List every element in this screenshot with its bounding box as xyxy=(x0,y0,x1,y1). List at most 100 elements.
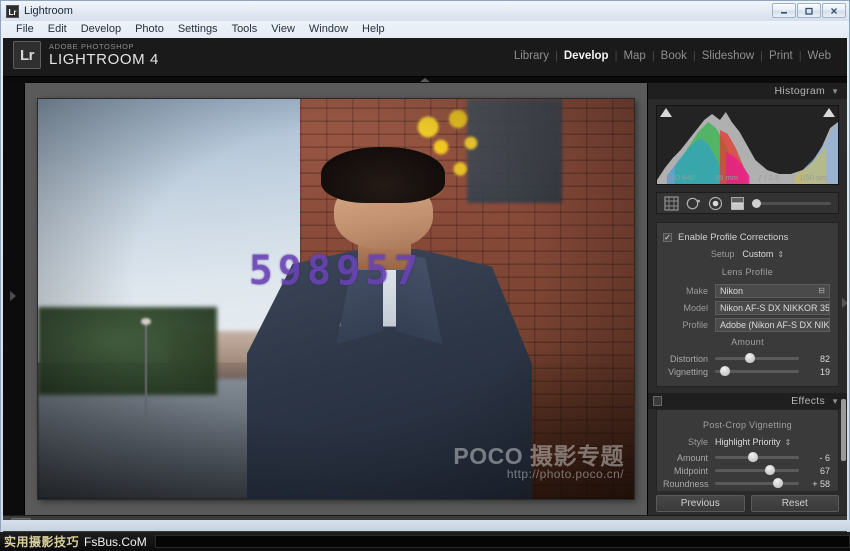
effects-switch-icon[interactable] xyxy=(653,396,662,406)
distortion-slider-row[interactable]: Distortion 82 xyxy=(657,352,838,365)
photo-preview[interactable]: 598957 POCO 摄影专题 http://photo.poco.cn/ xyxy=(38,99,634,499)
red-eye-icon[interactable] xyxy=(708,196,723,211)
highlight-clipping-indicator[interactable] xyxy=(823,108,835,117)
slider-knob[interactable] xyxy=(764,465,775,475)
site-watermark: 实用摄影技巧 FsBus.CoM xyxy=(4,533,147,550)
left-panel-collapsed[interactable] xyxy=(3,83,25,515)
menu-window[interactable]: Window xyxy=(302,21,355,37)
setup-row[interactable]: Setup Custom ⇕ xyxy=(657,247,838,263)
lens-model-value[interactable]: Nikon AF-S DX NIKKOR 35mm... ⊟ xyxy=(715,300,830,315)
module-map[interactable]: Map xyxy=(617,50,651,62)
graduated-filter-icon[interactable] xyxy=(730,196,745,211)
effects-amount-value: - 6 xyxy=(819,452,830,463)
image-canvas[interactable]: 598957 POCO 摄影专题 http://photo.poco.cn/ xyxy=(25,83,647,515)
menu-help[interactable]: Help xyxy=(355,21,392,37)
exif-shutter: 1/50 sec xyxy=(799,173,828,182)
slider-knob[interactable] xyxy=(747,452,758,462)
effects-style-value[interactable]: Highlight Priority xyxy=(715,437,781,447)
lightroom-top-bar: Lr ADOBE PHOTOSHOP LIGHTROOM 4 Library |… xyxy=(3,38,847,77)
lightroom-logo-icon: Lr xyxy=(13,41,41,69)
setup-label: Setup xyxy=(710,249,735,259)
effects-amount-row[interactable]: Amount - 6 xyxy=(657,451,838,464)
lens-profile-value[interactable]: Adobe (Nikon AF-S DX NIKKO... ⊟ xyxy=(715,317,830,332)
effects-roundness-slider[interactable] xyxy=(715,478,799,488)
minimize-icon xyxy=(781,11,787,14)
crop-overlay-icon[interactable] xyxy=(664,195,679,211)
module-web[interactable]: Web xyxy=(802,50,837,62)
watermark-poco-title: POCO 摄影专题 xyxy=(453,443,624,470)
photo-subject-hair xyxy=(321,147,446,204)
module-library[interactable]: Library xyxy=(508,50,555,62)
module-slideshow[interactable]: Slideshow xyxy=(696,50,760,62)
effects-amount-slider[interactable] xyxy=(715,452,799,462)
stepper-icon[interactable]: ⇕ xyxy=(785,438,792,447)
slider-knob[interactable] xyxy=(773,478,783,488)
effects-midpoint-slider[interactable] xyxy=(715,465,799,475)
menu-view[interactable]: View xyxy=(264,21,302,37)
reset-button[interactable]: Reset xyxy=(750,494,839,512)
previous-button[interactable]: Previous xyxy=(656,494,745,512)
chevron-down-icon[interactable]: ▼ xyxy=(831,87,839,96)
histogram-panel-header[interactable]: Histogram ▼ xyxy=(648,83,847,99)
stepper-icon[interactable]: ⇕ xyxy=(777,250,784,259)
effects-panel-header[interactable]: Effects ▼ xyxy=(648,393,847,409)
dropdown-icon[interactable]: ⊟ xyxy=(818,285,825,297)
minimize-button[interactable] xyxy=(772,3,796,18)
module-picker: Library | Develop | Map | Book | Slidesh… xyxy=(508,50,837,62)
effects-roundness-row[interactable]: Roundness + 58 xyxy=(657,477,838,490)
module-book[interactable]: Book xyxy=(655,50,693,62)
right-panel: Histogram ▼ ISO 640 35 mm ƒ / 2.5 1/50 s… xyxy=(647,83,847,515)
enable-profile-corrections-label: Enable Profile Corrections xyxy=(678,232,789,243)
title-bar: Lr Lightroom xyxy=(1,1,849,21)
chevron-down-icon[interactable]: ▼ xyxy=(831,397,839,406)
distortion-value: 82 xyxy=(819,353,830,364)
menu-develop[interactable]: Develop xyxy=(74,21,128,37)
vignetting-value: 19 xyxy=(819,366,830,377)
maximize-icon xyxy=(805,7,813,15)
chevron-up-icon xyxy=(420,78,430,82)
effects-panel: Post-Crop Vignetting Style Highlight Pri… xyxy=(656,409,839,491)
adjustment-brush-size-slider[interactable] xyxy=(752,198,831,208)
lens-make-text: Nikon xyxy=(720,285,744,296)
menu-settings[interactable]: Settings xyxy=(171,21,225,37)
identity-plate[interactable]: Lr ADOBE PHOTOSHOP LIGHTROOM 4 xyxy=(13,41,159,69)
effects-title: Effects xyxy=(791,395,826,407)
module-print[interactable]: Print xyxy=(763,50,799,62)
effects-midpoint-row[interactable]: Midpoint 67 xyxy=(657,464,838,477)
enable-profile-corrections-row[interactable]: ✓ Enable Profile Corrections xyxy=(657,229,838,247)
histogram-graph[interactable]: ISO 640 35 mm ƒ / 2.5 1/50 sec xyxy=(656,105,839,185)
lens-profile-row[interactable]: Profile Adobe (Nikon AF-S DX NIKKO... ⊟ xyxy=(657,316,838,333)
setup-value[interactable]: Custom xyxy=(742,249,773,259)
menu-tools[interactable]: Tools xyxy=(225,21,265,37)
slider-knob[interactable] xyxy=(720,366,731,376)
maximize-button[interactable] xyxy=(797,3,821,18)
close-button[interactable] xyxy=(822,3,846,18)
spot-removal-icon[interactable] xyxy=(686,196,701,211)
menu-photo[interactable]: Photo xyxy=(128,21,171,37)
lens-make-value[interactable]: Nikon ⊟ xyxy=(715,283,830,298)
effects-feather-row[interactable]: Feather 100 xyxy=(657,490,838,491)
menu-file[interactable]: File xyxy=(9,21,41,37)
lens-profile-text: Adobe (Nikon AF-S DX NIKKO... xyxy=(720,319,830,330)
distortion-label: Distortion xyxy=(669,353,708,364)
lens-model-row[interactable]: Model Nikon AF-S DX NIKKOR 35mm... ⊟ xyxy=(657,299,838,316)
distortion-slider[interactable] xyxy=(715,353,799,363)
vignetting-slider[interactable] xyxy=(715,366,799,376)
shadow-clipping-indicator[interactable] xyxy=(660,108,672,117)
module-develop[interactable]: Develop xyxy=(558,50,615,62)
develop-tool-strip xyxy=(656,192,839,214)
lens-corrections-panel: ✓ Enable Profile Corrections Setup Custo… xyxy=(656,222,839,387)
adjustment-brush-icon[interactable] xyxy=(752,198,761,208)
slider-knob[interactable] xyxy=(745,353,756,363)
brand-adobe-photoshop: ADOBE PHOTOSHOP xyxy=(49,41,135,51)
right-panel-scrollbar[interactable] xyxy=(841,399,846,461)
chevron-right-icon[interactable] xyxy=(842,298,847,308)
menu-edit[interactable]: Edit xyxy=(41,21,74,37)
effects-style-row[interactable]: Style Highlight Priority ⇕ xyxy=(657,435,838,451)
right-panel-scroll[interactable]: Histogram ▼ ISO 640 35 mm ƒ / 2.5 1/50 s… xyxy=(648,83,847,491)
content-row: 598957 POCO 摄影专题 http://photo.poco.cn/ H… xyxy=(3,83,847,515)
exif-aperture: ƒ / 2.5 xyxy=(758,173,780,182)
vignetting-slider-row[interactable]: Vignetting 19 xyxy=(657,365,838,378)
checkbox-checked-icon[interactable]: ✓ xyxy=(663,233,672,242)
lens-make-row[interactable]: Make Nikon ⊟ xyxy=(657,282,838,299)
